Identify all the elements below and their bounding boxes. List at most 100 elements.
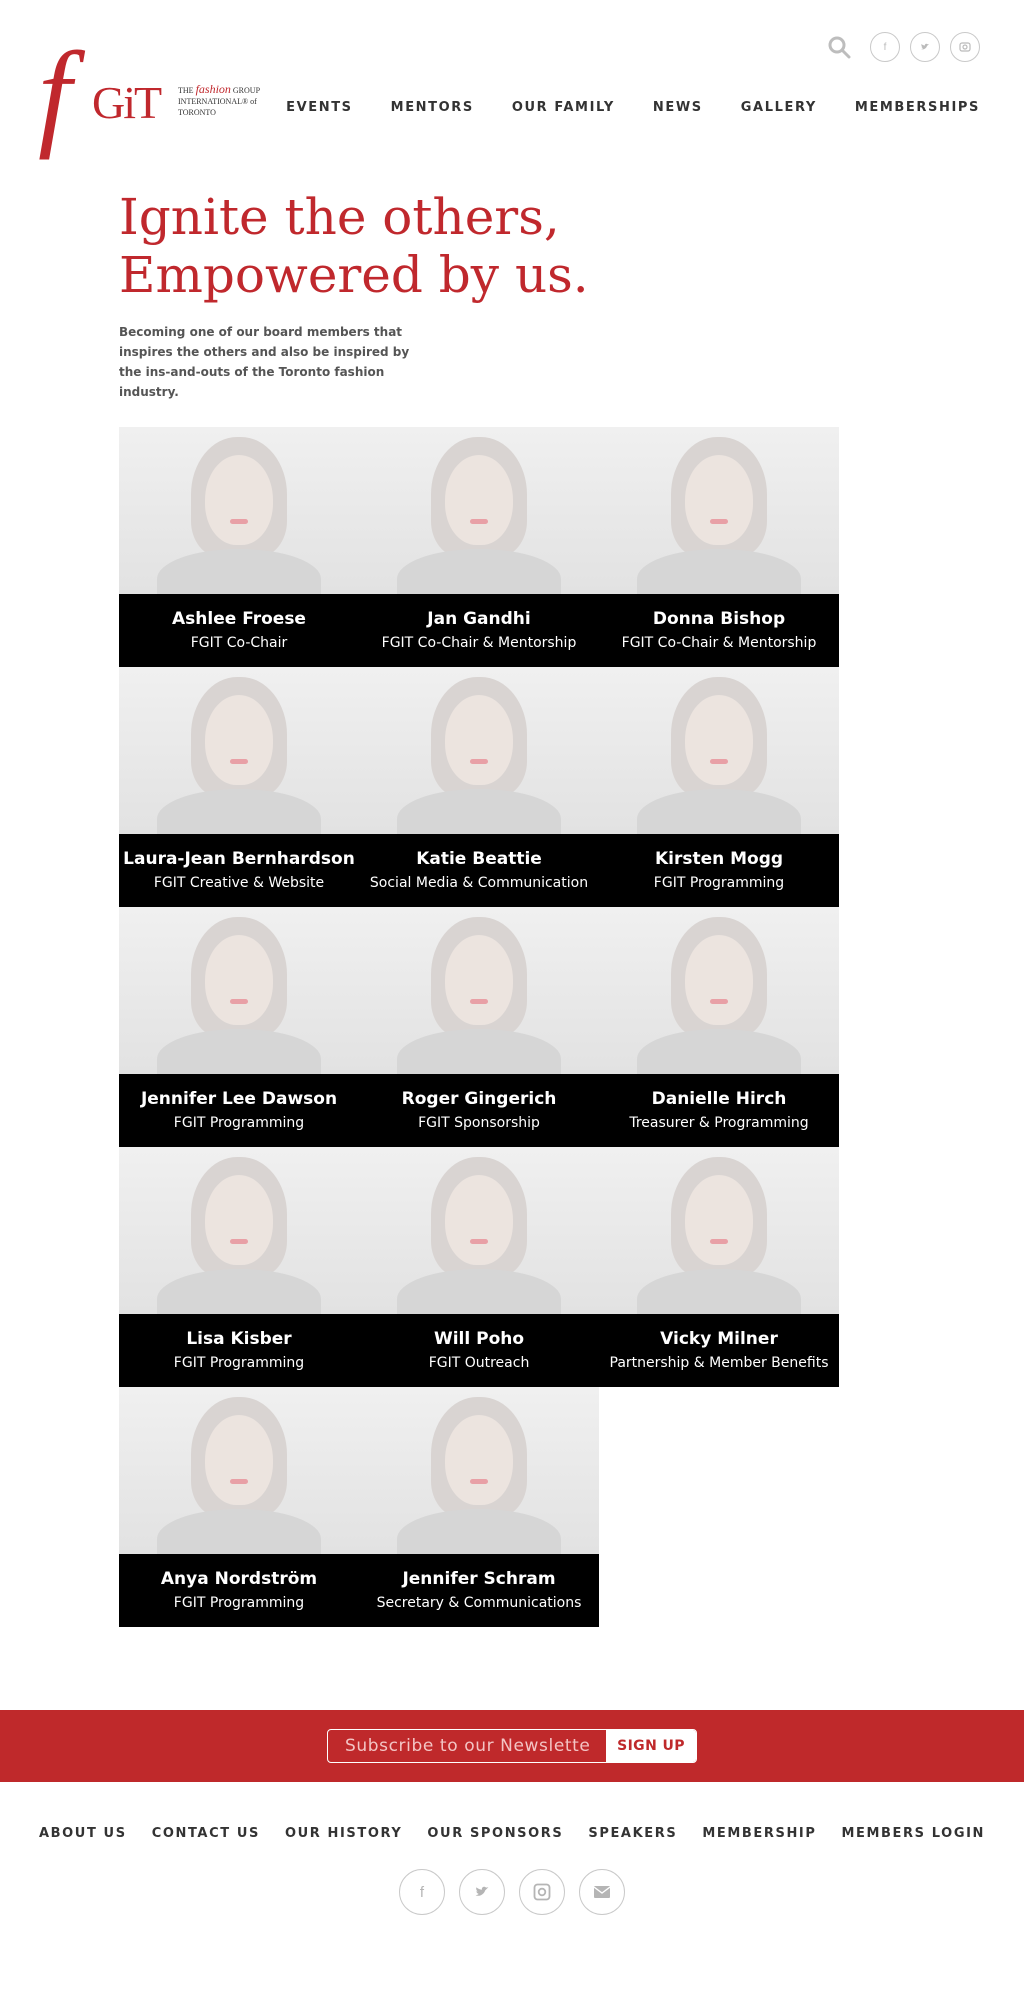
- member-photo: [119, 1147, 359, 1329]
- member-card[interactable]: Lisa Kisber FGIT Programming: [119, 1147, 359, 1387]
- member-card[interactable]: Donna Bishop FGIT Co-Chair & Mentorship: [599, 427, 839, 667]
- member-photo-lips: [470, 1479, 488, 1484]
- logo-line1-fashion: fashion: [195, 82, 231, 96]
- member-name: Jennifer Lee Dawson: [140, 1089, 338, 1109]
- hero-title: Ignite the others, Empowered by us.: [119, 188, 719, 304]
- member-photo: [359, 667, 599, 849]
- member-photo-lips: [710, 1239, 728, 1244]
- instagram-icon[interactable]: [950, 32, 980, 62]
- member-caption: Jan Gandhi FGIT Co-Chair & Mentorship: [359, 594, 599, 667]
- sign-up-button[interactable]: SIGN UP: [606, 1730, 696, 1762]
- member-photo: [119, 667, 359, 849]
- member-card[interactable]: Vicky Milner Partnership & Member Benefit…: [599, 1147, 839, 1387]
- newsletter-email-input[interactable]: [328, 1730, 606, 1762]
- footer-link-membership[interactable]: MEMBERSHIP: [702, 1826, 816, 1841]
- member-role: FGIT Co-Chair & Mentorship: [621, 635, 817, 651]
- member-caption: Laura-Jean Bernhardson FGIT Creative & We…: [119, 834, 359, 907]
- search-icon[interactable]: [824, 32, 854, 62]
- member-name: Jan Gandhi: [427, 609, 531, 629]
- member-photo-lips: [230, 759, 248, 764]
- footer-link-about-us[interactable]: ABOUT US: [39, 1826, 127, 1841]
- member-photo-face: [205, 1175, 273, 1265]
- member-photo-lips: [230, 1239, 248, 1244]
- nav-events[interactable]: EVENTS: [286, 100, 353, 115]
- email-icon[interactable]: [579, 1869, 625, 1915]
- member-photo: [599, 1147, 839, 1329]
- member-card[interactable]: Laura-Jean Bernhardson FGIT Creative & We…: [119, 667, 359, 907]
- member-card[interactable]: Kirsten Mogg FGIT Programming: [599, 667, 839, 907]
- member-caption: Jennifer Schram Secretary & Communication…: [359, 1554, 599, 1627]
- member-caption: Kirsten Mogg FGIT Programming: [599, 834, 839, 907]
- facebook-icon[interactable]: f: [399, 1869, 445, 1915]
- member-photo-face: [445, 935, 513, 1025]
- member-role: Secretary & Communications: [376, 1595, 582, 1611]
- member-card[interactable]: Roger Gingerich FGIT Sponsorship: [359, 907, 599, 1147]
- nav-our-family[interactable]: OUR FAMILY: [512, 100, 615, 115]
- member-photo-lips: [710, 999, 728, 1004]
- member-caption: Will Poho FGIT Outreach: [359, 1314, 599, 1387]
- member-card[interactable]: Ashlee Froese FGIT Co-Chair: [119, 427, 359, 667]
- member-card[interactable]: Jennifer Lee Dawson FGIT Programming: [119, 907, 359, 1147]
- member-photo: [359, 1387, 599, 1569]
- member-caption: Anya Nordström FGIT Programming: [119, 1554, 359, 1627]
- member-card[interactable]: Will Poho FGIT Outreach: [359, 1147, 599, 1387]
- member-role: FGIT Programming: [173, 1355, 305, 1371]
- hero-section: Ignite the others, Empowered by us. Beco…: [119, 188, 719, 402]
- member-photo-face: [445, 1175, 513, 1265]
- member-role: FGIT Outreach: [428, 1355, 530, 1371]
- member-photo-lips: [710, 519, 728, 524]
- member-card[interactable]: Jan Gandhi FGIT Co-Chair & Mentorship: [359, 427, 599, 667]
- member-photo: [119, 907, 359, 1089]
- member-card[interactable]: Jennifer Schram Secretary & Communication…: [359, 1387, 599, 1627]
- nav-news[interactable]: NEWS: [653, 100, 703, 115]
- member-photo-lips: [230, 999, 248, 1004]
- member-photo-face: [205, 935, 273, 1025]
- member-caption: Lisa Kisber FGIT Programming: [119, 1314, 359, 1387]
- member-caption: Ashlee Froese FGIT Co-Chair: [119, 594, 359, 667]
- member-photo-lips: [230, 519, 248, 524]
- board-members-grid: Ashlee Froese FGIT Co-Chair Jan Gandhi FGIT…: [119, 427, 839, 1627]
- member-photo: [359, 907, 599, 1089]
- member-photo-lips: [230, 1479, 248, 1484]
- twitter-icon[interactable]: [910, 32, 940, 62]
- footer-link-our-history[interactable]: OUR HISTORY: [285, 1826, 402, 1841]
- member-photo-lips: [470, 519, 488, 524]
- member-role: FGIT Programming: [173, 1595, 305, 1611]
- nav-gallery[interactable]: GALLERY: [741, 100, 817, 115]
- member-role: FGIT Programming: [173, 1115, 305, 1131]
- member-photo-face: [445, 695, 513, 785]
- member-card[interactable]: Katie Beattie Social Media & Communicatio…: [359, 667, 599, 907]
- fgit-logo[interactable]: f GiT THE fashion GROUP INTERNATIONAL® o…: [38, 34, 288, 156]
- footer-link-our-sponsors[interactable]: OUR SPONSORS: [427, 1826, 563, 1841]
- member-card[interactable]: Anya Nordström FGIT Programming: [119, 1387, 359, 1627]
- member-photo: [359, 427, 599, 609]
- member-caption: Roger Gingerich FGIT Sponsorship: [359, 1074, 599, 1147]
- member-name: Jennifer Schram: [402, 1569, 556, 1589]
- logo-line1-suffix: GROUP: [232, 86, 261, 95]
- member-photo-face: [445, 455, 513, 545]
- member-role: FGIT Creative & Website: [153, 875, 325, 891]
- member-photo: [359, 1147, 599, 1329]
- instagram-icon[interactable]: [519, 1869, 565, 1915]
- footer-link-contact-us[interactable]: CONTACT US: [152, 1826, 260, 1841]
- header-utility: f: [824, 32, 980, 62]
- member-role: FGIT Co-Chair: [190, 635, 288, 651]
- member-photo-face: [685, 1175, 753, 1265]
- member-card[interactable]: Danielle Hirch Treasurer & Programming: [599, 907, 839, 1147]
- member-role: FGIT Programming: [653, 875, 785, 891]
- member-name: Lisa Kisber: [186, 1329, 292, 1349]
- logo-line2: INTERNATIONAL® of: [178, 97, 257, 106]
- hero-title-line1: Ignite the others,: [119, 188, 560, 246]
- footer-link-speakers[interactable]: SPEAKERS: [588, 1826, 677, 1841]
- member-photo-lips: [470, 999, 488, 1004]
- nav-mentors[interactable]: MENTORS: [391, 100, 474, 115]
- member-photo: [119, 1387, 359, 1569]
- main-nav: EVENTS MENTORS OUR FAMILY NEWS GALLERY M…: [286, 100, 980, 115]
- member-photo-lips: [470, 759, 488, 764]
- twitter-icon[interactable]: [459, 1869, 505, 1915]
- facebook-icon[interactable]: f: [870, 32, 900, 62]
- logo-git-glyph: GiT: [92, 77, 162, 128]
- member-name: Kirsten Mogg: [654, 849, 784, 869]
- nav-memberships[interactable]: MEMBERSHIPS: [855, 100, 980, 115]
- footer-link-members-login[interactable]: MEMBERS LOGIN: [842, 1826, 986, 1841]
